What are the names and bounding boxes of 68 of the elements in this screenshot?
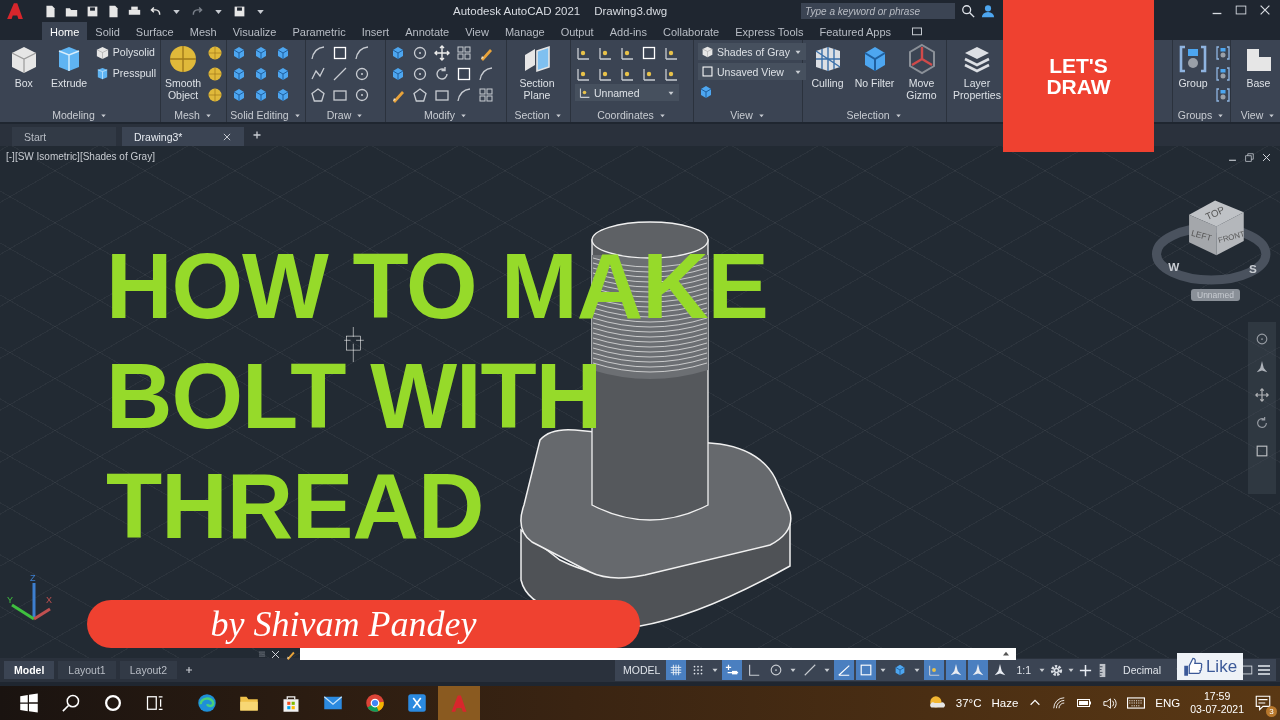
ribbon-tab[interactable]: Home xyxy=(42,22,88,40)
layout-tab[interactable]: Model xyxy=(4,661,55,679)
weather-condition[interactable]: Haze xyxy=(991,697,1019,709)
ribbon-dropdown[interactable]: Unsaved View xyxy=(698,63,806,80)
viewport-label[interactable]: [-][SW Isometric][Shades of Gray] xyxy=(6,151,155,162)
clock-date[interactable]: 03-07-2021 xyxy=(1190,703,1244,716)
panel-title[interactable]: Modify xyxy=(424,109,455,121)
panel-title[interactable]: Draw xyxy=(326,109,352,121)
layout-tab[interactable]: Layout1 xyxy=(58,661,116,679)
panel-title[interactable]: View xyxy=(730,109,753,121)
byline-banner: by Shivam Pandey xyxy=(87,600,640,648)
units-button[interactable]: Decimal xyxy=(1112,664,1173,676)
ribbon-button[interactable]: Group xyxy=(1177,43,1209,89)
model-space-button[interactable]: MODEL xyxy=(619,664,665,676)
ribbon-tab[interactable]: Featured Apps xyxy=(811,22,900,40)
ribbon-button[interactable]: Culling xyxy=(807,43,848,89)
layout-tab[interactable]: Layout2 xyxy=(119,661,178,679)
axis-label: X xyxy=(46,595,52,605)
ribbon-tab[interactable]: Output xyxy=(552,22,602,40)
panel-title[interactable]: Modeling xyxy=(52,109,95,121)
ribbon-tab[interactable]: Annotate xyxy=(397,22,458,40)
ribbon-tab[interactable]: Add-ins xyxy=(601,22,655,40)
ribbon-dropdown[interactable]: Shades of Gray xyxy=(698,43,806,60)
like-button[interactable]: Like xyxy=(1177,653,1243,680)
annotation-scale-button[interactable]: 1:1 xyxy=(1012,664,1036,676)
ribbon-button[interactable]: Extrude xyxy=(49,43,89,89)
ribbon-button[interactable]: Layer Properties xyxy=(951,43,1003,101)
ribbon-tab[interactable]: Insert xyxy=(353,22,398,40)
ribbon-button[interactable]: Smooth Object xyxy=(165,43,202,101)
axis-label: Z xyxy=(30,573,36,583)
badge-text: LET'S DRAW xyxy=(1045,55,1112,97)
ribbon-tab[interactable]: Surface xyxy=(127,22,182,40)
ribbon-button[interactable]: Base xyxy=(1235,43,1280,89)
panel-title[interactable]: Selection xyxy=(846,109,890,121)
panel-title[interactable]: Section xyxy=(514,109,550,121)
panel-title[interactable]: Solid Editing xyxy=(230,109,289,121)
panel-title[interactable]: View xyxy=(1240,109,1264,121)
ribbon-tab[interactable]: Parametric xyxy=(284,22,354,40)
ribbon-tab[interactable]: View xyxy=(457,22,497,40)
ribbon-tab[interactable]: Solid xyxy=(87,22,128,40)
language-indicator[interactable]: ENG xyxy=(1155,697,1181,709)
ribbon-button[interactable]: Section Plane xyxy=(511,43,563,101)
panel-title[interactable]: Coordinates xyxy=(597,109,654,121)
ribbon-tab[interactable]: Manage xyxy=(496,22,553,40)
ribbon-button[interactable]: Presspull xyxy=(94,64,156,82)
file-tab[interactable]: Start xyxy=(12,127,116,146)
search-field[interactable]: Type a keyword or phrase xyxy=(801,3,956,19)
ribbon-tab[interactable]: Mesh xyxy=(181,22,225,40)
temperature[interactable]: 37°C xyxy=(955,697,982,709)
panel-title[interactable]: Groups xyxy=(1177,109,1213,121)
ribbon-tab[interactable]: Collaborate xyxy=(654,22,728,40)
ribbon-button[interactable]: Polysolid xyxy=(94,43,156,61)
compass-label[interactable]: S xyxy=(1248,262,1257,276)
ribbon-tab[interactable]: Express Tools xyxy=(727,22,812,40)
compass-label[interactable]: W xyxy=(1168,259,1180,273)
ribbon-dropdown[interactable]: Unnamed xyxy=(575,84,679,101)
ribbon-button[interactable]: Box xyxy=(4,43,44,89)
ribbon-button[interactable]: Move Gizmo xyxy=(901,43,942,101)
app-title: Autodesk AutoCAD 2021 xyxy=(453,5,581,17)
file-tab[interactable]: Drawing3* xyxy=(122,127,245,146)
ribbon-button[interactable]: No Filter xyxy=(854,43,895,89)
headline-text: THREAD xyxy=(106,470,484,542)
notification-badge: 3 xyxy=(1266,706,1277,717)
ribbon-tab[interactable]: Visualize xyxy=(224,22,285,40)
panel-title[interactable]: Mesh xyxy=(174,109,200,121)
file-name: Drawing3.dwg xyxy=(594,5,668,17)
clock-time[interactable]: 17:59 xyxy=(1204,690,1231,703)
axis-label: Y xyxy=(7,595,13,605)
